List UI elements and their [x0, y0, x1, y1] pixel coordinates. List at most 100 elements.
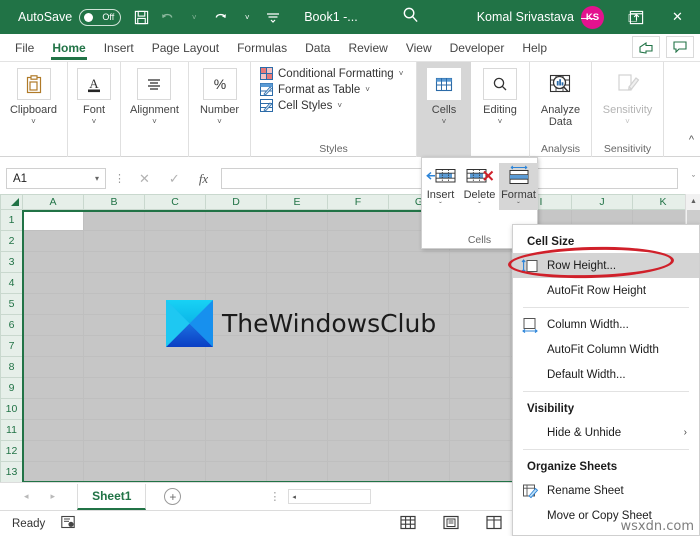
cells-button[interactable]: Cells ˅ — [427, 68, 461, 126]
tab-developer[interactable]: Developer — [441, 34, 514, 62]
page-break-preview-icon[interactable] — [486, 515, 502, 533]
cell-F11[interactable] — [327, 419, 389, 441]
cell-B3[interactable] — [83, 251, 145, 273]
row-header-9[interactable]: 9 — [0, 377, 23, 399]
cell-C13[interactable] — [144, 461, 206, 482]
format-as-table-caret-icon[interactable]: ˅ — [365, 85, 370, 94]
share-icon[interactable] — [632, 36, 660, 58]
row-header-1[interactable]: 1 — [0, 209, 23, 231]
cell-B10[interactable] — [83, 398, 145, 420]
sensitivity-button[interactable]: Sensitivity ˅ — [603, 68, 652, 126]
menu-item-autofit-column-width[interactable]: AutoFit Column Width — [513, 337, 699, 362]
format-cells-button[interactable]: Format ˇ — [499, 163, 538, 210]
cell-B7[interactable] — [83, 335, 145, 357]
cell-H8[interactable] — [449, 356, 511, 378]
cell-E13[interactable] — [266, 461, 328, 482]
cell-G12[interactable] — [388, 440, 450, 462]
maximize-button[interactable]: □ — [610, 0, 655, 34]
page-layout-view-icon[interactable] — [443, 515, 459, 533]
tab-review[interactable]: Review — [339, 34, 396, 62]
row-header-6[interactable]: 6 — [0, 314, 23, 336]
hscroll-left-icon[interactable]: ◂ — [292, 493, 296, 501]
tab-file[interactable]: File — [6, 34, 43, 62]
user-name[interactable]: Komal Srivastava — [477, 10, 574, 24]
cell-D10[interactable] — [205, 398, 267, 420]
cell-H3[interactable] — [449, 251, 511, 273]
column-header-D[interactable]: D — [205, 194, 267, 210]
cell-B8[interactable] — [83, 356, 145, 378]
cell-B1[interactable] — [83, 209, 145, 231]
insert-cells-caret-icon[interactable]: ˇ — [439, 201, 442, 210]
undo-icon[interactable] — [154, 4, 180, 30]
name-box-caret-icon[interactable]: ▾ — [95, 174, 99, 183]
cell-D4[interactable] — [205, 272, 267, 294]
cell-A6[interactable] — [22, 314, 84, 336]
cell-C2[interactable] — [144, 230, 206, 252]
redo-dropdown-caret-icon[interactable]: ˅ — [234, 4, 260, 30]
font-button[interactable]: A Font ˅ — [77, 68, 111, 126]
accessibility-checker-icon[interactable] — [61, 515, 75, 532]
cell-F3[interactable] — [327, 251, 389, 273]
cell-E11[interactable] — [266, 419, 328, 441]
cell-styles-caret-icon[interactable]: ˅ — [337, 101, 342, 110]
cell-A7[interactable] — [22, 335, 84, 357]
cell-H10[interactable] — [449, 398, 511, 420]
cell-H12[interactable] — [449, 440, 511, 462]
row-header-13[interactable]: 13 — [0, 461, 23, 482]
cell-C3[interactable] — [144, 251, 206, 273]
cell-F10[interactable] — [327, 398, 389, 420]
tab-view[interactable]: View — [397, 34, 441, 62]
clipboard-button[interactable]: Clipboard ˅ — [10, 68, 57, 126]
alignment-button[interactable]: Alignment ˅ — [130, 68, 179, 126]
horizontal-scrollbar[interactable]: ◂ — [288, 489, 372, 504]
cell-A8[interactable] — [22, 356, 84, 378]
column-header-A[interactable]: A — [22, 194, 84, 210]
menu-item-row-height[interactable]: Row Height... — [513, 253, 699, 278]
sheet-tab-sheet1[interactable]: Sheet1 — [77, 483, 147, 510]
menu-item-rename-sheet[interactable]: Rename Sheet — [513, 478, 699, 503]
cell-E3[interactable] — [266, 251, 328, 273]
cell-F1[interactable] — [327, 209, 389, 231]
cell-E9[interactable] — [266, 377, 328, 399]
column-header-C[interactable]: C — [144, 194, 206, 210]
cell-B13[interactable] — [83, 461, 145, 482]
row-header-10[interactable]: 10 — [0, 398, 23, 420]
cell-H11[interactable] — [449, 419, 511, 441]
cell-B6[interactable] — [83, 314, 145, 336]
cell-B5[interactable] — [83, 293, 145, 315]
tab-insert[interactable]: Insert — [95, 34, 143, 62]
column-header-J[interactable]: J — [571, 194, 633, 210]
normal-view-icon[interactable] — [400, 515, 416, 533]
scroll-up-icon[interactable]: ▲ — [686, 194, 700, 209]
delete-cells-caret-icon[interactable]: ˇ — [478, 201, 481, 210]
number-button[interactable]: % Number ˅ — [200, 68, 239, 126]
enter-checkmark-icon[interactable]: ✓ — [169, 171, 180, 187]
redo-icon[interactable] — [207, 4, 233, 30]
cell-H6[interactable] — [449, 314, 511, 336]
row-header-7[interactable]: 7 — [0, 335, 23, 357]
cell-D1[interactable] — [205, 209, 267, 231]
column-header-F[interactable]: F — [327, 194, 389, 210]
cell-C10[interactable] — [144, 398, 206, 420]
cell-G11[interactable] — [388, 419, 450, 441]
format-cells-caret-icon[interactable]: ˇ — [517, 201, 520, 210]
cell-F8[interactable] — [327, 356, 389, 378]
cell-A10[interactable] — [22, 398, 84, 420]
row-header-12[interactable]: 12 — [0, 440, 23, 462]
minimize-button[interactable]: — — [565, 0, 610, 34]
editing-button[interactable]: Editing ˅ — [483, 68, 517, 126]
cancel-icon[interactable]: ✕ — [139, 171, 150, 187]
cell-D9[interactable] — [205, 377, 267, 399]
conditional-formatting-caret-icon[interactable]: ˅ — [399, 69, 404, 78]
menu-item-column-width[interactable]: Column Width... — [513, 312, 699, 337]
row-header-5[interactable]: 5 — [0, 293, 23, 315]
cell-E2[interactable] — [266, 230, 328, 252]
cell-E12[interactable] — [266, 440, 328, 462]
ribbon-group-cells[interactable]: Cells ˅ — [417, 62, 471, 157]
cell-A3[interactable] — [22, 251, 84, 273]
comments-icon[interactable] — [666, 36, 694, 58]
cell-B9[interactable] — [83, 377, 145, 399]
close-button[interactable]: ✕ — [655, 0, 700, 34]
cell-G13[interactable] — [388, 461, 450, 482]
font-caret-icon[interactable]: ˅ — [92, 117, 97, 126]
